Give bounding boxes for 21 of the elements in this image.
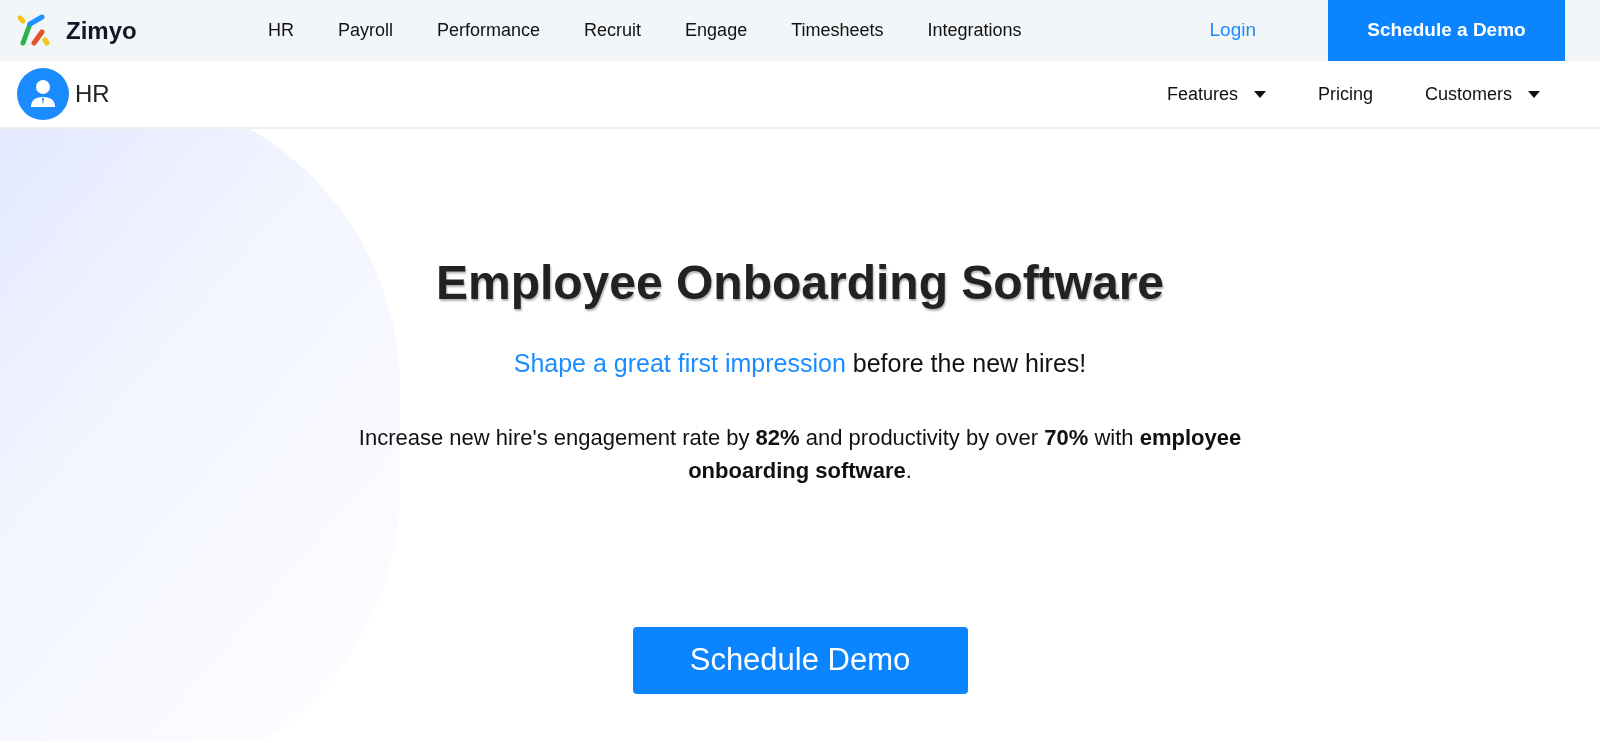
nav-link[interactable]: Pricing — [1317, 80, 1373, 108]
tagline-highlight: Shape a great first impression — [513, 349, 846, 377]
tagline: before the new hires! — [852, 349, 1087, 377]
hero-heading: Employee Onboarding Software — [435, 255, 1165, 311]
dropdown-menu[interactable]: Customers — [1424, 80, 1540, 108]
caret-icon — [1528, 90, 1540, 98]
section-title: HR — [75, 79, 110, 109]
nav-link[interactable]: Timesheets — [791, 17, 884, 44]
user-avatar-icon — [17, 68, 69, 120]
nav-link[interactable]: Performance — [437, 17, 541, 44]
hero-description: Increase new hire's engagement rate by 82% and productivity by over 70% with employee onboarding software. — [357, 423, 1243, 485]
nav-link[interactable]: HR — [268, 17, 294, 44]
nav-link[interactable]: Payroll — [338, 17, 394, 44]
nav-link[interactable]: Recruit — [584, 17, 642, 44]
brand-name[interactable]: Zimyo — [66, 12, 137, 49]
nav-link[interactable]: Engage — [685, 17, 748, 44]
caret-icon — [1253, 90, 1266, 98]
schedule-demo-button[interactable]: Schedule a Demo — [1328, 0, 1565, 61]
schedule-demo-button[interactable]: Schedule Demo — [632, 626, 968, 694]
dropdown-menu[interactable]: Features — [1166, 80, 1266, 108]
nav-link[interactable]: Integrations — [927, 17, 1022, 44]
